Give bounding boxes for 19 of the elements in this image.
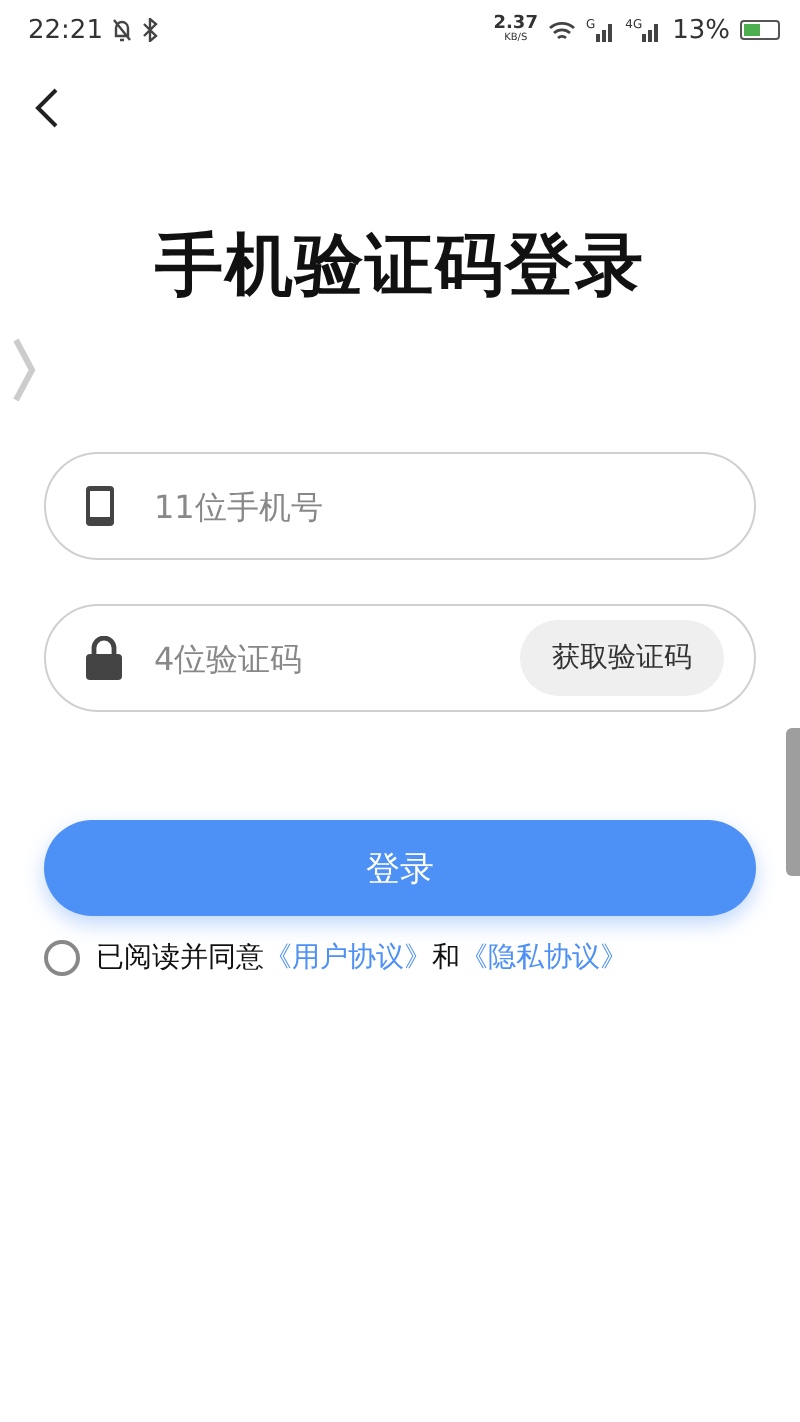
signal-icon (642, 19, 663, 41)
agreement-text: 已阅读并同意《用户协议》和《隐私协议》 (96, 940, 628, 976)
privacy-policy-link[interactable]: 《隐私协议》 (460, 942, 628, 974)
signal-icon (595, 19, 616, 41)
phone-field[interactable]: 11位手机号 (44, 452, 756, 560)
battery-percent: 13% (672, 15, 730, 45)
login-button[interactable]: 登录 (44, 820, 756, 916)
wifi-icon (547, 19, 576, 41)
phone-icon (84, 484, 116, 528)
page-title: 手机验证码登录 (153, 224, 647, 310)
clock-time: 22:21 (28, 15, 103, 45)
notification-off-icon (112, 18, 133, 42)
get-code-button[interactable]: 获取验证码 (520, 620, 724, 696)
battery-icon (740, 20, 780, 40)
user-agreement-link[interactable]: 《用户协议》 (264, 942, 432, 974)
network-speed: 2.37 (493, 16, 538, 34)
lock-icon (84, 636, 124, 680)
bluetooth-icon (142, 18, 159, 42)
agree-checkbox[interactable] (44, 940, 80, 976)
